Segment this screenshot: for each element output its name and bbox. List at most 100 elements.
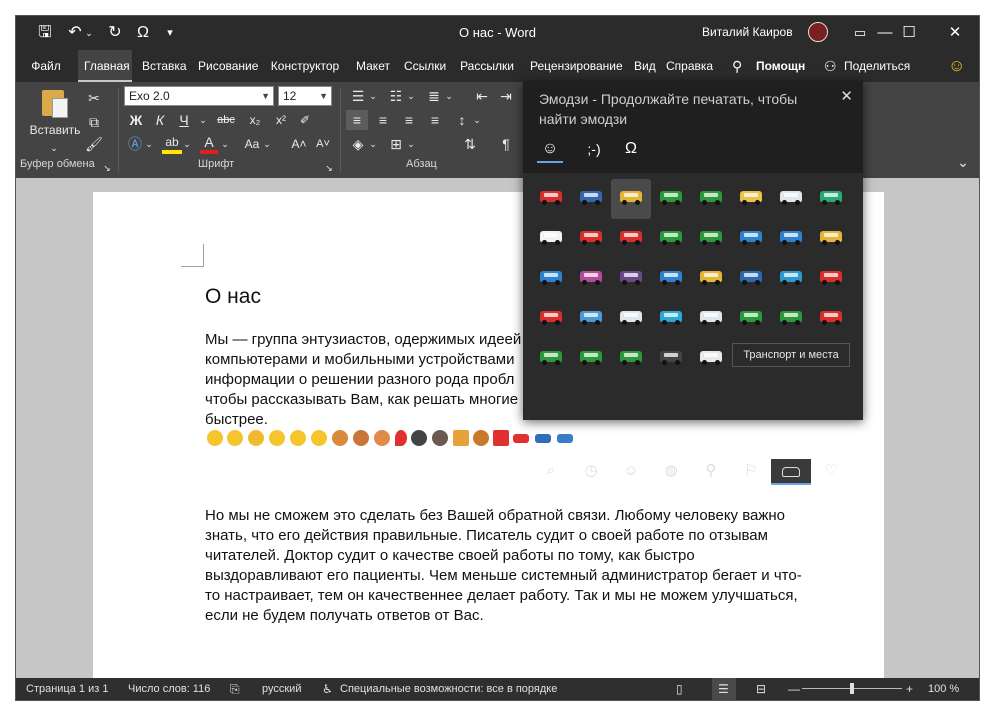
proofing-icon[interactable]: ⎘ <box>230 682 240 696</box>
format-painter-icon[interactable]: 🖌 <box>84 134 104 154</box>
paragraph-line[interactable]: Мы — группа энтузиастов, одержимых идеей <box>205 330 521 350</box>
line-spacing-dropdown-icon[interactable]: ⌄ <box>472 110 482 130</box>
emoji-cell[interactable] <box>531 339 571 379</box>
emoji-cell[interactable] <box>731 219 771 259</box>
web-layout-icon[interactable]: ⊟ <box>756 682 766 696</box>
tab-layout[interactable]: Макет <box>350 50 394 82</box>
grow-font-button[interactable]: A˄ <box>288 134 310 154</box>
chevron-down-icon[interactable]: ▼ <box>319 87 328 105</box>
emoji-cell[interactable] <box>691 259 731 299</box>
close-button[interactable]: ✕ <box>932 21 978 45</box>
celebration-icon[interactable]: ⚲ <box>691 459 731 483</box>
word-count[interactable]: Число слов: 116 <box>128 682 210 696</box>
subscript-button[interactable]: x₂ <box>244 110 266 130</box>
tab-kaomoji[interactable]: ;-) <box>577 139 611 161</box>
multilevel-dropdown-icon[interactable]: ⌄ <box>444 86 454 106</box>
cut-icon[interactable]: ✂ <box>84 88 104 108</box>
paragraph-line[interactable]: если не будем получать ответов от Вас. <box>205 606 484 626</box>
tab-help[interactable]: Справка <box>660 50 716 82</box>
emoji-cell[interactable] <box>811 299 851 339</box>
people-icon[interactable]: ◍ <box>651 459 691 483</box>
share-button[interactable]: Поделиться <box>838 50 914 82</box>
emoji-cell[interactable] <box>731 299 771 339</box>
zoom-out-icon[interactable]: — <box>788 682 800 696</box>
emoji-cell[interactable] <box>771 219 811 259</box>
page-counter[interactable]: Страница 1 из 1 <box>26 682 108 696</box>
bold-button[interactable]: Ж <box>126 110 146 130</box>
document-heading[interactable]: О нас <box>205 286 261 307</box>
paragraph-line[interactable]: чтобы рассказывать Вам, как решать многи… <box>205 390 518 410</box>
emoji-cell[interactable] <box>731 179 771 219</box>
superscript-button[interactable]: x² <box>270 110 292 130</box>
zoom-level[interactable]: 100 % <box>928 682 959 696</box>
font-name-combo[interactable]: Exo 2.0 ▼ <box>124 86 274 106</box>
paste-dropdown-icon[interactable]: ⌄ <box>46 138 62 158</box>
share-person-icon[interactable]: ⚇ <box>818 50 838 82</box>
paragraph-line[interactable]: Но мы не сможем это сделать без Вашей об… <box>205 506 785 526</box>
font-size-combo[interactable]: 12 ▼ <box>278 86 332 106</box>
emoji-cell[interactable] <box>531 259 571 299</box>
shading-icon[interactable]: ◈ <box>348 134 368 154</box>
paragraph-line[interactable]: знать, что его действия правильные. Писа… <box>205 526 768 546</box>
shrink-font-button[interactable]: A˅ <box>312 134 334 154</box>
highlight-icon[interactable]: ab <box>162 132 182 154</box>
tab-references[interactable]: Ссылки <box>398 50 450 82</box>
tab-emoji[interactable]: ☺ <box>537 139 563 163</box>
search-icon[interactable]: ⌕ <box>531 459 571 483</box>
emoji-cell[interactable] <box>691 179 731 219</box>
recent-icon[interactable]: ◷ <box>571 459 611 483</box>
paragraph-line[interactable]: выздоравливают его пациенты. Чем меньше … <box>205 566 802 586</box>
tab-draw[interactable]: Рисование <box>192 50 260 82</box>
emoji-cell[interactable] <box>571 219 611 259</box>
clear-formatting-icon[interactable]: ✐ <box>296 110 314 130</box>
emoji-cell[interactable] <box>611 339 651 379</box>
print-layout-icon[interactable]: ☰ <box>712 678 736 700</box>
paragraph-line[interactable]: то настраивает, тем он качественнее дела… <box>205 586 798 606</box>
emoji-cell[interactable] <box>571 339 611 379</box>
avatar[interactable] <box>808 22 828 42</box>
numbering-dropdown-icon[interactable]: ⌄ <box>406 86 416 106</box>
shading-dropdown-icon[interactable]: ⌄ <box>368 134 378 154</box>
emoji-cell[interactable] <box>571 259 611 299</box>
maximize-button[interactable]: ☐ <box>886 21 932 45</box>
tab-home[interactable]: Главная <box>78 50 132 82</box>
numbering-icon[interactable]: ☷ <box>386 86 406 106</box>
font-color-dropdown-icon[interactable]: ⌄ <box>220 134 230 154</box>
text-effects-icon[interactable]: Ⓐ <box>126 134 144 154</box>
heart-icon[interactable]: ♡ <box>811 459 851 483</box>
food-icon[interactable]: ⚐ <box>731 459 771 483</box>
align-left-icon[interactable]: ≡ <box>346 110 368 130</box>
paragraph-line[interactable]: быстрее. <box>205 410 268 430</box>
user-name[interactable]: Виталий Каиров <box>702 25 793 39</box>
tab-file[interactable]: Файл <box>24 50 68 82</box>
tab-review[interactable]: Рецензирование <box>524 50 626 82</box>
align-center-icon[interactable]: ≡ <box>372 110 394 130</box>
sort-icon[interactable]: ⇅ <box>460 134 480 154</box>
clipboard-launcher-icon[interactable]: ↘ <box>100 158 114 178</box>
emoji-cell[interactable] <box>651 219 691 259</box>
copy-icon[interactable]: ⧉ <box>84 112 104 132</box>
tab-mailings[interactable]: Рассылки <box>454 50 520 82</box>
paste-button[interactable]: Вставить <box>28 120 82 140</box>
tab-insert[interactable]: Вставка <box>136 50 188 82</box>
emoji-cell[interactable] <box>691 339 731 379</box>
strikethrough-button[interactable]: abc <box>212 110 240 130</box>
emoji-cell[interactable] <box>611 219 651 259</box>
read-mode-icon[interactable]: ▯ <box>676 682 683 696</box>
accessibility-icon[interactable]: ♿ <box>322 682 333 696</box>
zoom-slider-thumb[interactable] <box>850 683 854 694</box>
align-right-icon[interactable]: ≡ <box>398 110 420 130</box>
emoji-panel-close-button[interactable]: ✕ <box>840 87 853 105</box>
bullets-dropdown-icon[interactable]: ⌄ <box>368 86 378 106</box>
zoom-slider[interactable] <box>802 683 902 694</box>
emoji-cell[interactable] <box>611 179 651 219</box>
paste-icon[interactable] <box>40 88 70 118</box>
emoji-cell[interactable] <box>531 179 571 219</box>
smiley-feedback-icon[interactable]: ☺ <box>942 50 968 82</box>
borders-icon[interactable]: ⊞ <box>386 134 406 154</box>
emoji-cell[interactable] <box>811 219 851 259</box>
tab-design[interactable]: Конструктор <box>264 50 346 82</box>
text-effects-dropdown-icon[interactable]: ⌄ <box>144 134 154 154</box>
paragraph-line[interactable]: читателей. Доктор судит о качестве своей… <box>205 546 695 566</box>
italic-button[interactable]: К <box>150 110 170 130</box>
